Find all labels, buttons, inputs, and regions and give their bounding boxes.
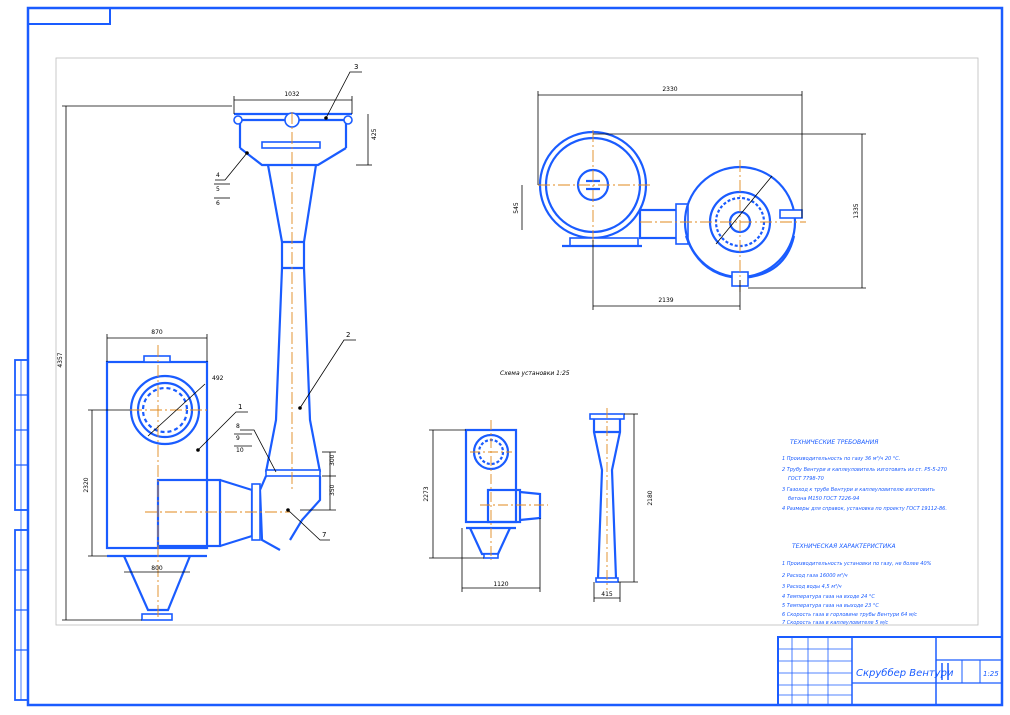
dim-venturi-width: 415 (601, 591, 613, 598)
sheet-border (26, 6, 1004, 707)
drawing-title: Скруббер Вентури (856, 667, 954, 679)
tech-char-heading: ТЕХНИЧЕСКАЯ ХАРАКТЕРИСТИКА (792, 543, 896, 550)
tech-req-item: 4 Размеры для справок, установка по прое… (782, 506, 947, 512)
left-margin-stamps (14, 359, 29, 701)
leader-3: 3 (354, 63, 358, 71)
view-note: Схема установки 1:25 (500, 370, 570, 377)
tech-req-item: ГОСТ 7798-70 (788, 476, 824, 482)
dim-bottom-width: 800 (151, 565, 163, 572)
dim-total-height: 4357 (57, 352, 64, 367)
sheet-corner-stamp (28, 7, 111, 25)
dim-neck-h1: 300 (329, 454, 336, 466)
leader-5: 5 (216, 186, 220, 193)
tech-char-item: 7 Скорость газа в каплеуловителе 5 м/с (782, 620, 888, 626)
front-view (105, 112, 353, 621)
drawing-scale: 1:25 (983, 670, 999, 678)
small-venturi-view (589, 408, 625, 590)
leader-7: 7 (322, 531, 326, 539)
plan-dimensions (521, 91, 866, 310)
dim-nozzle-diam: 492 (212, 375, 224, 382)
drawing-area (55, 57, 979, 626)
tech-req-heading: ТЕХНИЧЕСКИЕ ТРЕБОВАНИЯ (790, 439, 878, 446)
tech-req-item: 2 Трубу Вентури и каплеуловитель изготов… (782, 467, 947, 473)
dim-plan-depth: 1335 (853, 203, 860, 218)
tech-char-item: 2 Расход газа 16000 м³/ч (782, 573, 848, 579)
dim-plan-offset: 2139 (658, 297, 673, 304)
leader-4: 4 (216, 172, 220, 179)
dim-body-height: 2320 (83, 477, 90, 492)
tech-char-item: 1 Производительность установки по газу, … (782, 561, 932, 567)
leader-2: 2 (346, 331, 350, 339)
dim-neck-h2: 350 (329, 484, 336, 496)
plan-view (538, 130, 806, 292)
dim-plan-width: 2330 (662, 86, 677, 93)
leader-8: 8 (236, 423, 240, 430)
dim-top-height: 425 (371, 128, 378, 140)
dim-small-height: 2273 (423, 486, 430, 501)
dim-small-width: 1120 (493, 581, 508, 588)
dim-venturi-height: 2180 (647, 490, 654, 505)
leader-6: 6 (216, 200, 220, 207)
tech-req-item: 1 Производительность по газу 36 м³/ч 20 … (782, 456, 900, 462)
small-dimensions (429, 429, 541, 592)
dim-plan-small: 545 (513, 202, 520, 214)
tech-req-item: бетона М150 ГОСТ 7226-94 (788, 496, 859, 502)
leader-10: 10 (236, 447, 244, 454)
small-catcher-view (464, 420, 548, 560)
tech-char-item: 3 Расход воды 4,5 м³/ч (782, 584, 842, 590)
tech-requirements: ТЕХНИЧЕСКИЕ ТРЕБОВАНИЯ 1 Производительно… (782, 439, 947, 512)
drawing-sheet: Скруббер Вентури 1:25 1032 425 4357 2320… (14, 6, 1004, 707)
leader-1: 1 (238, 403, 242, 411)
tech-char-item: 5 Температура газа на выходе 23 °С (782, 603, 879, 609)
leader-9: 9 (236, 435, 240, 442)
tech-req-item: 3 Газоход к трубе Вентури и каплеуловите… (782, 487, 935, 493)
tech-char-item: 4 Температура газа на входе 24 °С (782, 594, 875, 600)
tech-char-item: 6 Скорость газа в горловине трубы Вентур… (782, 612, 917, 618)
dim-top-width: 1032 (284, 91, 299, 98)
dim-body-width: 870 (151, 329, 163, 336)
tech-characteristics: ТЕХНИЧЕСКАЯ ХАРАКТЕРИСТИКА 1 Производите… (782, 543, 932, 626)
